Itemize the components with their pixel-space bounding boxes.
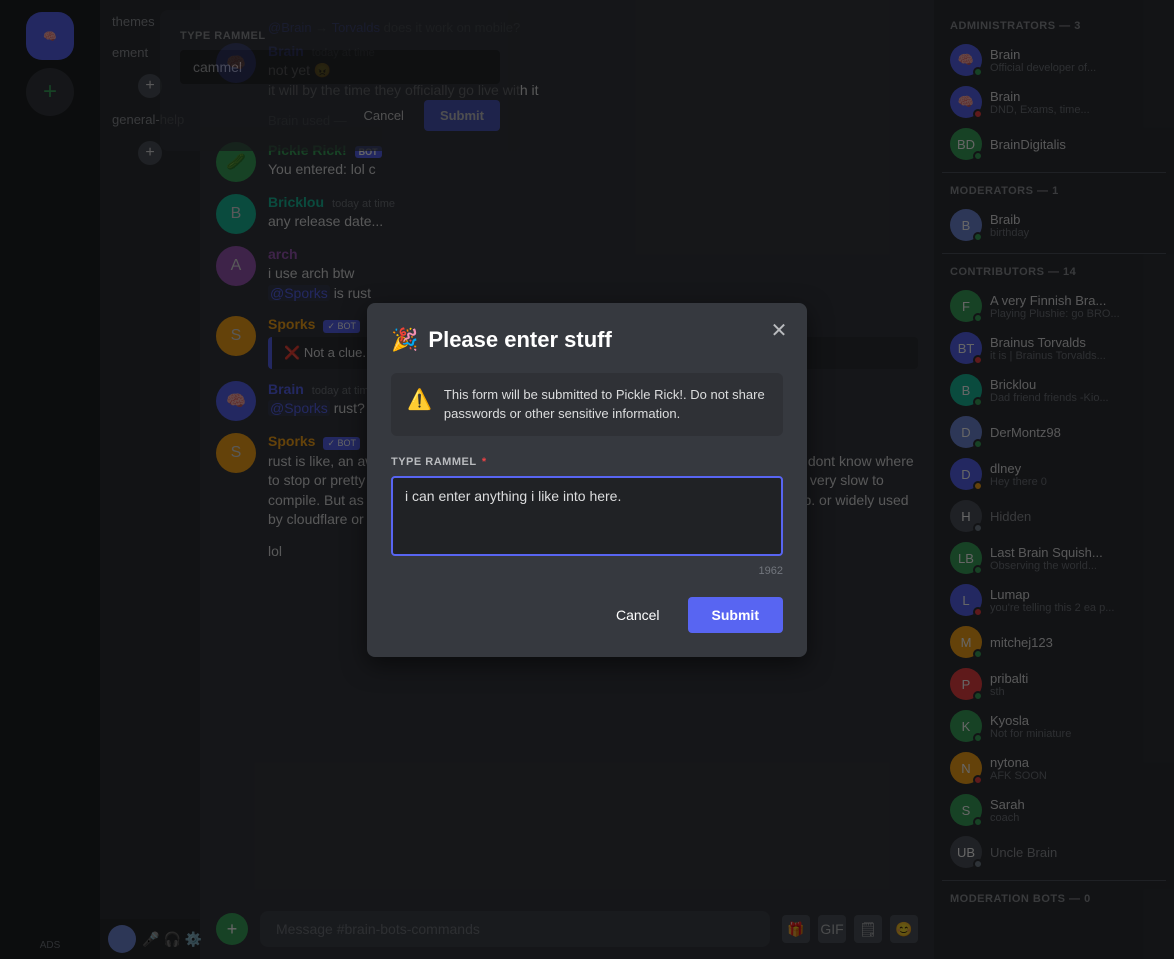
- modal-close-button[interactable]: ✕: [767, 319, 791, 343]
- modal-textarea[interactable]: i can enter anything i like into here.: [391, 476, 783, 556]
- modal-title: 🎉 Please enter stuff: [391, 327, 783, 353]
- char-count: 1962: [391, 565, 783, 577]
- warning-text: This form will be submitted to Pickle Ri…: [444, 385, 767, 424]
- modal-overlay: 🎉 Please enter stuff ✕ ⚠️ This form will…: [0, 0, 1174, 959]
- required-star: *: [482, 456, 487, 468]
- modal-cancel-button[interactable]: Cancel: [600, 597, 676, 633]
- modal-dialog: 🎉 Please enter stuff ✕ ⚠️ This form will…: [367, 303, 807, 657]
- warning-icon: ⚠️: [407, 387, 432, 412]
- modal-title-emoji: 🎉: [391, 327, 418, 353]
- modal-buttons: Cancel Submit: [391, 597, 783, 633]
- modal-submit-button[interactable]: Submit: [688, 597, 783, 633]
- field-label: TYPE RAMMEL *: [391, 456, 783, 468]
- modal-warning: ⚠️ This form will be submitted to Pickle…: [391, 373, 783, 436]
